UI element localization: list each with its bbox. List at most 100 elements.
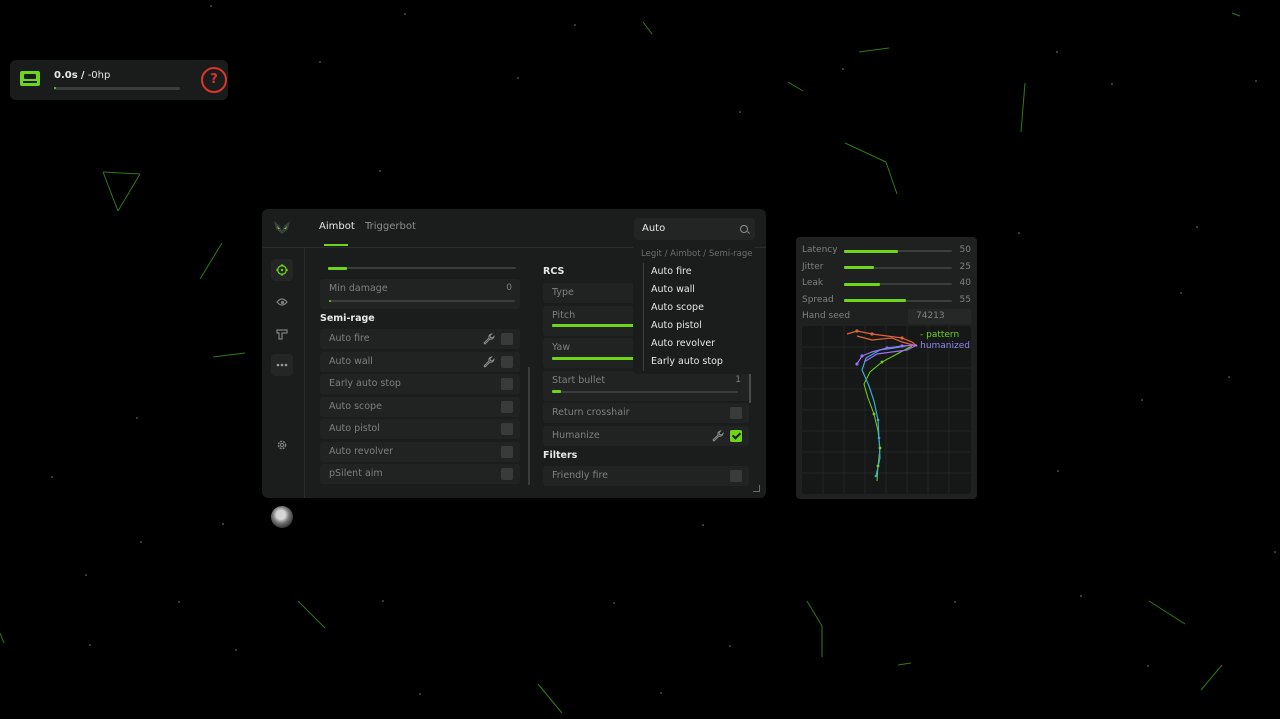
stat-slider[interactable]: Latency 50 [802, 243, 971, 259]
option-label: Auto pistol [329, 423, 380, 434]
top-slider-track[interactable] [328, 266, 516, 270]
option-row[interactable]: Friendly fire [543, 465, 749, 486]
stat-value: 55 [959, 294, 971, 305]
stat-track[interactable] [844, 249, 952, 253]
semi-rage-title: Semi-rage [320, 313, 375, 324]
search-result-item[interactable]: Auto scope [644, 299, 723, 317]
hand-seed-value: 74213 [916, 311, 945, 321]
option-label: Humanize [552, 429, 600, 441]
option-row[interactable]: Auto pistol [320, 419, 520, 439]
stat-slider[interactable]: Spread 55 [802, 293, 971, 309]
hud-readout: 0.0s / -0hp [54, 70, 110, 81]
stat-label: Leak [802, 278, 824, 288]
option-checkbox[interactable] [501, 400, 513, 413]
stat-slider[interactable]: Leak 40 [802, 276, 971, 292]
legend-humanized: - humanized [914, 341, 970, 351]
yaw-fill [552, 356, 645, 360]
stat-track[interactable] [844, 266, 952, 269]
option-label: Friendly fire [552, 469, 609, 481]
sidebar [262, 248, 305, 528]
option-row[interactable]: Auto revolver [320, 441, 520, 462]
option-row[interactable]: Auto scope [320, 396, 520, 417]
min-damage-slider[interactable]: Min damage 0 [320, 279, 520, 309]
hud-progress-fill [54, 87, 56, 89]
right-scrollbar[interactable] [749, 371, 751, 403]
rcs-options: Return crosshair Humanize [543, 403, 749, 446]
start-bullet-fill [552, 390, 562, 393]
search-result-item[interactable]: Auto fire [644, 263, 723, 281]
stat-label: Latency [802, 245, 838, 255]
search-result-item[interactable]: Early auto stop [644, 353, 723, 371]
top-slider-fill [328, 266, 347, 270]
search-input[interactable]: Auto [634, 218, 755, 240]
start-bullet-label: Start bullet [552, 374, 606, 386]
option-label: Return crosshair [552, 407, 630, 418]
option-row[interactable]: Auto fire [320, 329, 520, 349]
start-bullet-slider[interactable]: Start bullet 1 [543, 370, 749, 401]
sidebar-weapons[interactable] [271, 323, 293, 345]
search-results-dropdown: Legit / Aimbot / Semi-rage Auto fire Auto… [633, 243, 755, 374]
stat-fill [844, 282, 880, 286]
min-damage-track[interactable] [329, 300, 515, 302]
wrench-icon[interactable] [483, 355, 495, 368]
stat-value: 25 [959, 261, 971, 272]
pattern-trace [863, 345, 913, 482]
option-checkbox[interactable] [501, 355, 513, 368]
stat-label: Spread [802, 294, 834, 305]
filter-options: Friendly fire [543, 465, 749, 486]
stat-fill [844, 299, 906, 302]
avatar[interactable] [271, 506, 293, 528]
option-row[interactable]: Auto wall [320, 351, 520, 372]
sidebar-crosshair[interactable] [271, 259, 293, 281]
option-checkbox[interactable] [501, 468, 513, 480]
stat-track[interactable] [844, 282, 952, 286]
stat-label: Jitter [802, 261, 824, 272]
top-slider[interactable] [320, 257, 520, 279]
sidebar-more[interactable] [271, 354, 293, 376]
start-bullet-track[interactable] [552, 390, 738, 393]
hud-time: 0.0s [54, 70, 78, 81]
search-result-item[interactable]: Auto wall [644, 281, 723, 299]
damage-hud: 0.0s / -0hp ? [10, 60, 228, 100]
option-row[interactable]: pSilent aim [320, 464, 520, 484]
help-icon[interactable]: ? [201, 67, 227, 93]
stat-track[interactable] [844, 299, 952, 302]
option-checkbox[interactable] [501, 333, 513, 345]
stat-value: 40 [959, 278, 971, 288]
semi-rage-options: Auto fire Auto wall Early auto stop Auto sc… [320, 329, 520, 484]
resize-handle[interactable] [753, 485, 760, 492]
search-result-item[interactable]: Auto revolver [644, 335, 723, 353]
option-checkbox[interactable] [501, 423, 513, 435]
option-checkbox[interactable] [730, 407, 742, 419]
search-result-item[interactable]: Auto pistol [644, 317, 723, 335]
search-icon[interactable] [740, 225, 748, 233]
stat-fill [844, 266, 875, 269]
option-row[interactable]: Humanize [543, 425, 749, 446]
option-checkbox[interactable] [730, 429, 742, 442]
breadcrumb: Legit / Aimbot / Semi-rage [641, 249, 753, 259]
hand-seed-input[interactable]: 74213 [908, 309, 971, 324]
crosshair-icon [276, 264, 288, 276]
stat-slider[interactable]: Jitter 25 [802, 260, 971, 276]
gear-icon [277, 440, 287, 450]
tab-triggerbot[interactable]: Triggerbot [365, 221, 416, 232]
option-row[interactable]: Early auto stop [320, 374, 520, 394]
hand-seed-label: Hand seed [802, 311, 851, 321]
search-value: Auto [642, 223, 666, 234]
rcs-type-label: Type [552, 287, 574, 298]
active-tab-indicator [324, 244, 348, 246]
legend-pattern: - pattern [920, 330, 960, 340]
option-checkbox[interactable] [730, 469, 742, 482]
wrench-icon[interactable] [483, 333, 495, 345]
left-column: Min damage 0 Semi-rage Auto fire Auto wal… [320, 257, 520, 487]
option-row[interactable]: Return crosshair [543, 403, 749, 423]
sidebar-visuals[interactable] [271, 291, 293, 313]
yaw-label: Yaw [552, 342, 571, 353]
option-checkbox[interactable] [501, 378, 513, 390]
wrench-icon[interactable] [712, 429, 724, 442]
sidebar-settings[interactable] [271, 434, 293, 456]
column-divider [528, 367, 530, 485]
tab-aimbot[interactable]: Aimbot [319, 221, 355, 232]
option-checkbox[interactable] [501, 445, 513, 458]
hud-hp: -0hp [87, 70, 111, 81]
